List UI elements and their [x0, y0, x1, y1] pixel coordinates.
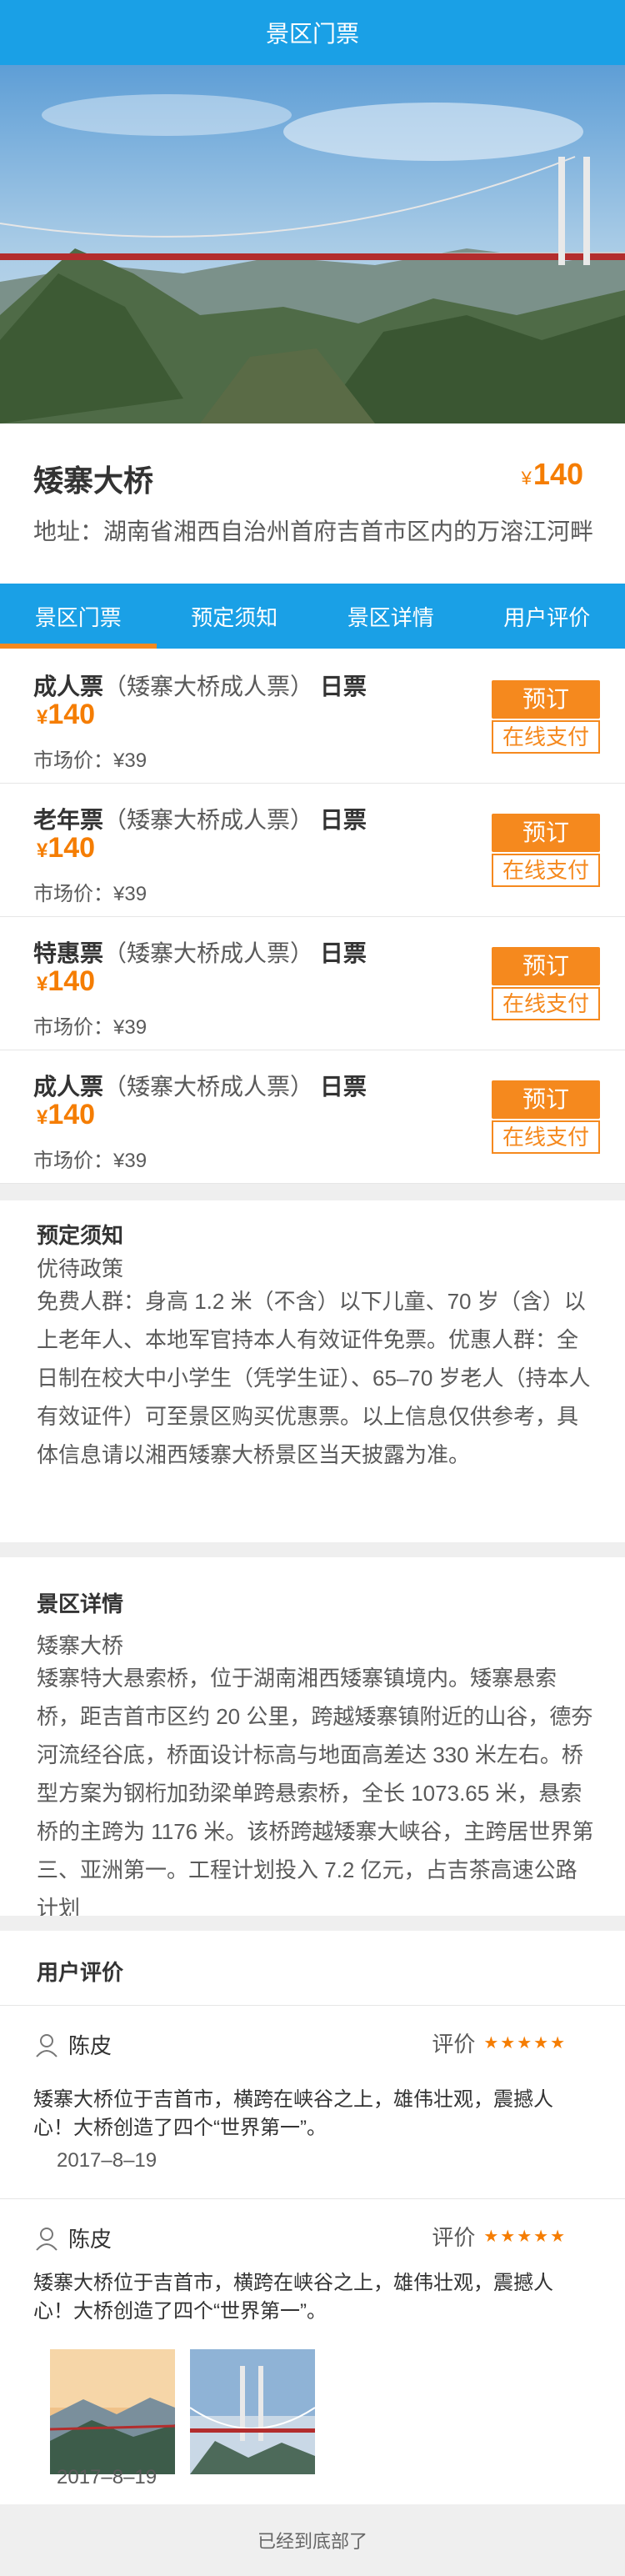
ticket-actions: 预订 在线支付 — [492, 947, 600, 1020]
user-icon — [36, 2033, 58, 2057]
attraction-name: 矮寨大桥 — [33, 464, 154, 498]
review-photo[interactable] — [190, 2349, 315, 2474]
review-item: 陈皮 评价 ★★★★★ 矮寨大桥位于吉首市，横跨在峡谷之上，雄伟壮观，震撼人心！… — [0, 2006, 625, 2199]
review-user: 陈皮 — [33, 2223, 112, 2253]
star-icon: ★★★★★ — [483, 2034, 567, 2052]
page-title: 景区门票 — [265, 21, 359, 47]
review-rating: 评价 ★★★★★ — [432, 2027, 567, 2058]
footer-text: 已经到底部了 — [257, 2531, 368, 2552]
online-pay-button[interactable]: 在线支付 — [492, 854, 600, 887]
bridge-illustration — [0, 65, 625, 423]
details-title: 景区详情 — [37, 1591, 124, 1616]
details-section: 景区详情 矮寨大桥 矮寨特大悬索桥，位于湖南湘西矮寨镇境内。矮寨悬索桥，距吉首市… — [0, 1557, 625, 1921]
price-value: 140 — [532, 457, 583, 491]
attraction-price: ¥140 — [522, 457, 583, 492]
ticket-actions: 预订 在线支付 — [492, 814, 600, 887]
app-header: 景区门票 — [0, 0, 625, 65]
ticket-price: ¥140 — [37, 1099, 96, 1130]
notice-subtitle: 优待政策 — [37, 1256, 124, 1281]
bridge-photo — [190, 2349, 315, 2474]
tab-reviews[interactable]: 用户评价 — [469, 584, 625, 649]
ticket-price: ¥140 — [37, 832, 96, 864]
reviews-header: 用户评价 — [0, 1931, 625, 2006]
review-item: 陈皮 评价 ★★★★★ 矮寨大桥位于吉首市，横跨在峡谷之上，雄伟壮观，震撼人心！… — [0, 2199, 625, 2504]
online-pay-button[interactable]: 在线支付 — [492, 720, 600, 754]
divider — [0, 1916, 625, 1931]
market-price: 市场价：¥39 — [33, 883, 148, 905]
online-pay-button[interactable]: 在线支付 — [492, 987, 600, 1020]
review-text: 矮寨大桥位于吉首市，横跨在峡谷之上，雄伟壮观，震撼人心！大桥创造了四个“世界第一… — [33, 2272, 553, 2323]
book-button[interactable]: 预订 — [492, 1080, 600, 1119]
notice-body: 免费人群：身高 1.2 米（不含）以下儿童、70 岁（含）以上老年人、本地军官持… — [37, 1289, 591, 1467]
ticket-title: 特惠票（矮寨大桥成人票） 日票 — [33, 940, 367, 966]
market-price: 市场价：¥39 — [33, 1150, 148, 1172]
review-username: 陈皮 — [68, 2227, 112, 2252]
ticket-price: ¥140 — [37, 699, 96, 730]
review-user: 陈皮 — [33, 2029, 112, 2060]
review-date: 2017–8–19 — [57, 2149, 158, 2172]
ticket-title: 成人票（矮寨大桥成人票） 日票 — [33, 674, 367, 699]
ticket-item: 老年票（矮寨大桥成人票） 日票 ¥140 市场价：¥39 预订 在线支付 — [0, 784, 625, 917]
reviews-title: 用户评价 — [37, 1960, 124, 1985]
currency-symbol: ¥ — [521, 468, 532, 489]
star-icon: ★★★★★ — [483, 2228, 567, 2246]
ticket-title: 老年票（矮寨大桥成人票） 日票 — [33, 807, 367, 833]
ticket-actions: 预订 在线支付 — [492, 680, 600, 754]
review-rating: 评价 ★★★★★ — [432, 2221, 567, 2252]
tab-bar: 景区门票 预定须知 景区详情 用户评价 — [0, 584, 625, 649]
attraction-address: 地址：湖南省湘西自治州首府吉首市区内的万溶江河畔 — [33, 519, 594, 544]
review-username: 陈皮 — [68, 2033, 112, 2058]
notice-title: 预定须知 — [37, 1223, 124, 1248]
tab-booking-notice[interactable]: 预定须知 — [157, 584, 313, 649]
tab-details[interactable]: 景区详情 — [312, 584, 469, 649]
divider — [0, 1184, 625, 1200]
details-subtitle: 矮寨大桥 — [37, 1633, 124, 1658]
attraction-info: 矮寨大桥 地址：湖南省湘西自治州首府吉首市区内的万溶江河畔 ¥140 — [0, 423, 625, 584]
review-text: 矮寨大桥位于吉首市，横跨在峡谷之上，雄伟壮观，震撼人心！大桥创造了四个“世界第一… — [33, 2088, 553, 2139]
online-pay-button[interactable]: 在线支付 — [492, 1120, 600, 1154]
end-of-list: 已经到底部了 — [0, 2504, 625, 2576]
rating-label: 评价 — [432, 2032, 476, 2057]
review-photo[interactable] — [50, 2349, 175, 2474]
ticket-title: 成人票（矮寨大桥成人票） 日票 — [33, 1074, 367, 1100]
user-icon — [36, 2227, 58, 2251]
ticket-item: 成人票（矮寨大桥成人票） 日票 ¥140 市场价：¥39 预订 在线支付 — [0, 1050, 625, 1184]
review-date: 2017–8–19 — [57, 2466, 158, 2488]
landscape-photo — [50, 2349, 175, 2474]
tab-tickets[interactable]: 景区门票 — [0, 584, 157, 649]
details-body: 矮寨特大悬索桥，位于湖南湘西矮寨镇境内。矮寨悬索桥，距吉首市区约 20 公里，跨… — [37, 1666, 594, 1921]
market-price: 市场价：¥39 — [33, 749, 148, 772]
rating-label: 评价 — [432, 2225, 476, 2250]
ticket-item: 成人票（矮寨大桥成人票） 日票 ¥140 市场价：¥39 预订 在线支付 — [0, 650, 625, 784]
book-button[interactable]: 预订 — [492, 814, 600, 852]
market-price: 市场价：¥39 — [33, 1016, 148, 1039]
book-button[interactable]: 预订 — [492, 947, 600, 985]
ticket-price: ¥140 — [37, 965, 96, 997]
book-button[interactable]: 预订 — [492, 680, 600, 719]
ticket-actions: 预订 在线支付 — [492, 1080, 600, 1154]
hero-image — [0, 65, 625, 423]
ticket-item: 特惠票（矮寨大桥成人票） 日票 ¥140 市场价：¥39 预订 在线支付 — [0, 917, 625, 1050]
booking-notice-section: 预定须知 优待政策 免费人群：身高 1.2 米（不含）以下儿童、70 岁（含）以… — [0, 1200, 625, 1526]
divider — [0, 1542, 625, 1557]
